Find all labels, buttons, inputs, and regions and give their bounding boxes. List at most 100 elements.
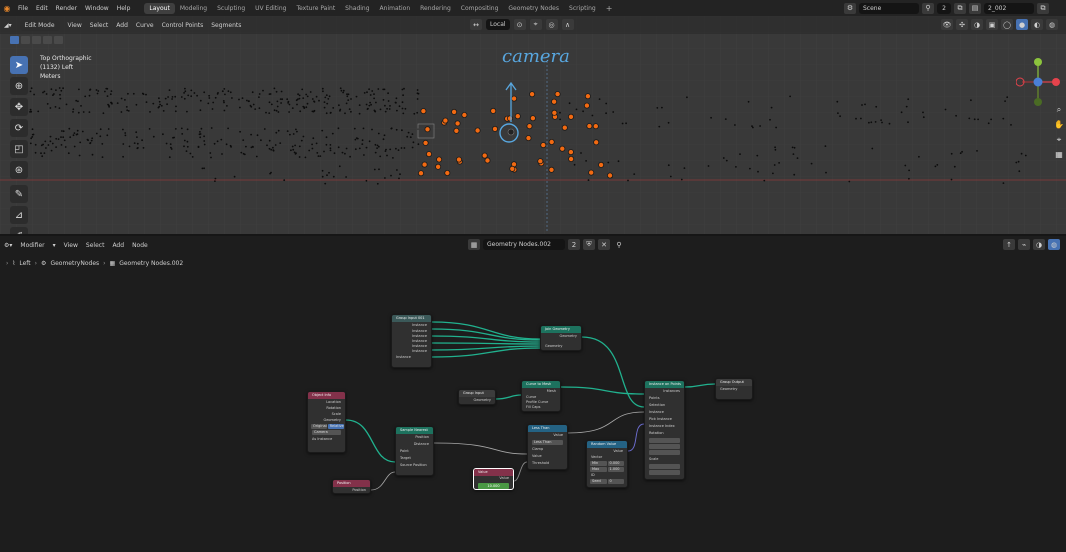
viewport-menu-control-points[interactable]: Control Points <box>158 22 208 29</box>
pick-instance-checkbox[interactable]: Pick Instance <box>645 416 684 423</box>
node-random-value[interactable]: Random Value Value Vector Min 0.000 Max … <box>586 440 628 488</box>
mode-dropdown[interactable]: Edit Mode <box>19 19 60 31</box>
pan-icon[interactable]: ✋ <box>1054 117 1064 132</box>
min-field[interactable]: 0.000 <box>607 461 624 466</box>
viewport-menu-curve[interactable]: Curve <box>132 22 158 29</box>
zoom-icon[interactable]: ⌕ <box>1054 102 1064 117</box>
view-layer-icon[interactable]: ▤ <box>969 2 981 14</box>
socket-instances-out[interactable]: Instances <box>645 388 684 395</box>
node-position[interactable]: Position Position <box>332 479 371 494</box>
socket-instance[interactable]: Instance <box>645 409 684 416</box>
workspace-tab-sculpting[interactable]: Sculpting <box>212 3 250 14</box>
socket-value-in[interactable]: Value <box>528 453 567 460</box>
viewport-menu-select[interactable]: Select <box>86 22 113 29</box>
frame-field[interactable]: 2 <box>937 2 951 14</box>
copy-icon[interactable]: ⧉ <box>954 2 966 14</box>
transform-orientation-dropdown[interactable]: Local <box>486 19 510 30</box>
node-group-input-001[interactable]: Group Input 001 Instance Instance Instan… <box>391 314 432 368</box>
socket-rotation[interactable]: Rotation <box>645 430 684 437</box>
shading-wireframe-icon[interactable]: ◯ <box>1001 19 1013 30</box>
socket-value-out[interactable]: Value <box>587 448 627 455</box>
workspace-tab-uv-editing[interactable]: UV Editing <box>250 3 291 14</box>
socket-target[interactable]: Target <box>396 455 433 462</box>
gizmo-icon[interactable]: ✣ <box>956 19 968 30</box>
transform-tool-icon[interactable]: ⊛ <box>10 161 28 179</box>
rotate-tool-icon[interactable]: ⟳ <box>10 119 28 137</box>
draw-tool-icon[interactable]: ✐ <box>10 227 28 234</box>
rotation-y-field[interactable] <box>649 444 680 449</box>
select-mode-intersect-icon[interactable] <box>54 36 63 44</box>
socket-point[interactable]: Point <box>396 448 433 455</box>
select-tool-icon[interactable]: ➤ <box>10 56 28 74</box>
socket-position-out[interactable]: Position <box>396 434 433 441</box>
workspace-tab-animation[interactable]: Animation <box>375 3 416 14</box>
scale-tool-icon[interactable]: ◰ <box>10 140 28 158</box>
gizmo-neg-y-icon[interactable] <box>1034 98 1042 106</box>
scene-icon[interactable]: ⚙ <box>844 2 856 14</box>
socket-distance-out[interactable]: Distance <box>396 441 433 448</box>
proportional-edit-icon[interactable]: ◎ <box>545 19 558 30</box>
shading-solid-icon[interactable]: ● <box>1016 19 1028 30</box>
shading-material-icon[interactable]: ◐ <box>1031 19 1043 30</box>
original-button[interactable]: Original <box>311 424 327 429</box>
socket-fill-caps[interactable]: Fill Caps <box>522 405 560 410</box>
perspective-icon[interactable]: ▦ <box>1054 147 1064 162</box>
cursor-tool-icon[interactable]: ⊕ <box>10 77 28 95</box>
transform-orientation-icon[interactable]: ↔ <box>470 19 482 30</box>
relative-button[interactable]: Relative <box>327 424 344 429</box>
socket-position-out[interactable]: Position <box>333 487 370 493</box>
rotation-z-field[interactable] <box>649 450 680 455</box>
socket-mesh-out[interactable]: Mesh <box>522 388 560 395</box>
as-instance-checkbox[interactable]: As Instance <box>308 436 345 442</box>
data-type-label[interactable]: Vector <box>587 455 627 460</box>
clamp-checkbox[interactable]: Clamp <box>528 446 567 453</box>
annotate-tool-icon[interactable]: ✎ <box>10 185 28 203</box>
workspace-tab-scripting[interactable]: Scripting <box>564 3 601 14</box>
socket-geometry-out[interactable]: Geometry <box>459 397 495 404</box>
socket-points[interactable]: Points <box>645 395 684 402</box>
socket-scale[interactable]: Scale <box>645 456 684 463</box>
scale-x-field[interactable] <box>649 464 680 469</box>
node-group-input[interactable]: Group Input Geometry <box>458 389 496 405</box>
menu-help[interactable]: Help <box>113 5 135 12</box>
max-field[interactable]: 1.000 <box>607 467 624 472</box>
overlay-icon[interactable]: ◑ <box>971 19 983 30</box>
socket-geometry-out[interactable]: Geometry <box>541 333 581 340</box>
3d-viewport[interactable]: ◢▾ Edit Mode View Select Add Curve Contr… <box>0 16 1066 234</box>
node-sample-nearest[interactable]: Sample Nearest Position Distance Point T… <box>395 426 434 476</box>
menu-render[interactable]: Render <box>52 5 81 12</box>
camera-object[interactable] <box>507 128 515 136</box>
viewport-menu-view[interactable]: View <box>64 22 86 29</box>
pivot-icon[interactable]: ⊙ <box>513 19 526 30</box>
menu-file[interactable]: File <box>14 5 32 12</box>
gizmo-y-icon[interactable] <box>1034 58 1042 66</box>
socket-threshold[interactable]: Threshold <box>528 460 567 467</box>
workspace-tab-compositing[interactable]: Compositing <box>456 3 504 14</box>
socket-source-position[interactable]: Source Position <box>396 462 433 469</box>
measure-tool-icon[interactable]: ⊿ <box>10 206 28 224</box>
add-workspace-icon[interactable]: + <box>601 4 618 13</box>
socket-geometry-in[interactable]: Geometry <box>716 386 752 393</box>
scale-y-field[interactable] <box>649 470 680 475</box>
workspace-tab-rendering[interactable]: Rendering <box>415 3 456 14</box>
workspace-tab-texture-paint[interactable]: Texture Paint <box>291 3 340 14</box>
socket-geometry-in[interactable]: Geometry <box>541 343 581 350</box>
new-view-layer-icon[interactable]: ⧉ <box>1037 2 1049 14</box>
node-instance-on-points[interactable]: Instance on Points Instances Points Sele… <box>644 380 685 480</box>
node-value[interactable]: Value Value 10.000 <box>473 468 514 490</box>
workspace-tab-layout[interactable]: Layout <box>144 2 175 14</box>
gizmo-x-icon[interactable] <box>1052 78 1060 86</box>
move-tool-icon[interactable]: ✥ <box>10 98 28 116</box>
viewport-menu-add[interactable]: Add <box>112 22 132 29</box>
node-footer[interactable]: Instance <box>392 354 431 361</box>
menu-edit[interactable]: Edit <box>32 5 52 12</box>
socket-selection[interactable]: Selection <box>645 402 684 409</box>
view-layer-field[interactable]: 2_002 <box>984 2 1034 14</box>
object-field[interactable]: Camera <box>312 430 341 435</box>
socket-instance-index[interactable]: Instance Index <box>645 423 684 430</box>
socket-value-out[interactable]: Value <box>474 476 513 481</box>
visibility-icon[interactable]: 👁 <box>941 19 953 30</box>
select-mode-extend-icon[interactable] <box>21 36 30 44</box>
workspace-tab-shading[interactable]: Shading <box>340 3 374 14</box>
snap-icon[interactable]: ⌖ <box>529 19 542 30</box>
